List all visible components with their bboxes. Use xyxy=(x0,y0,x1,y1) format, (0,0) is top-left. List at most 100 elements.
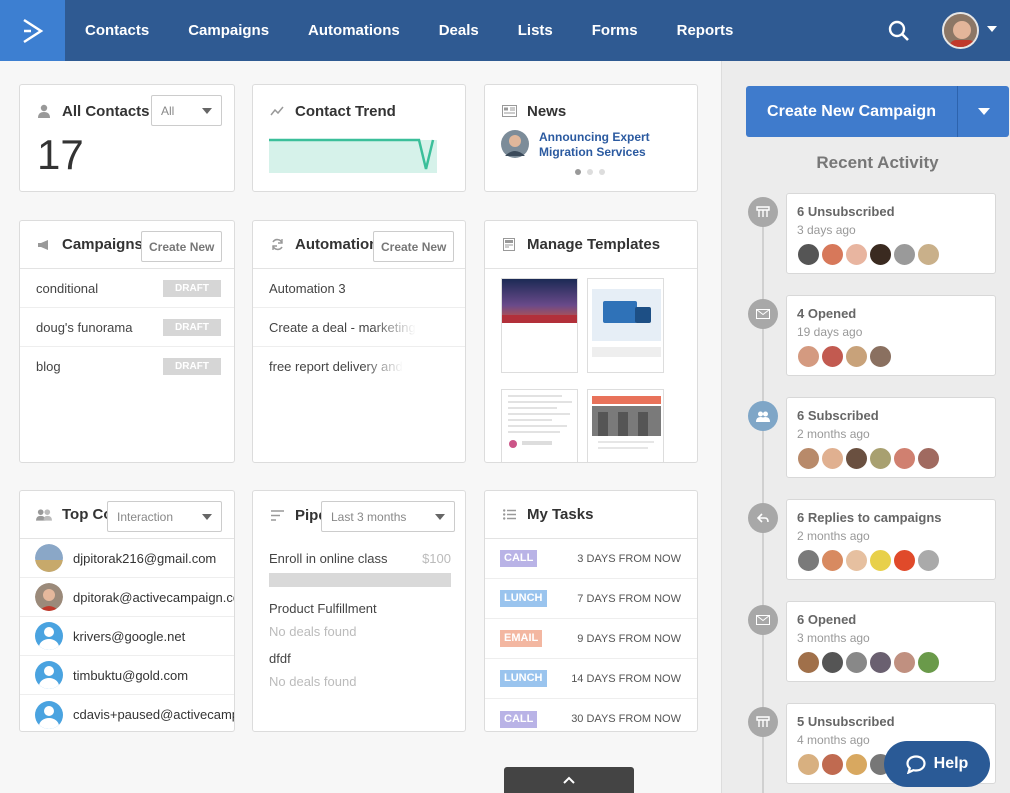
avatar[interactable] xyxy=(797,549,820,572)
automation-row[interactable]: Create a deal - marketing xyxy=(253,308,465,347)
template-thumbnail[interactable] xyxy=(587,389,664,462)
newspaper-icon xyxy=(501,103,517,119)
all-contacts-filter[interactable]: All xyxy=(151,95,222,126)
avatar[interactable] xyxy=(869,549,892,572)
avatar[interactable] xyxy=(893,651,916,674)
avatar[interactable] xyxy=(821,345,844,368)
campaigns-create-button[interactable]: Create New xyxy=(141,231,223,262)
nav-contacts[interactable]: Contacts xyxy=(85,22,149,39)
avatar[interactable] xyxy=(869,345,892,368)
avatar[interactable] xyxy=(821,243,844,266)
contact-row[interactable]: timbuktu@gold.com xyxy=(20,656,234,695)
campaign-row[interactable]: blog DRAFT xyxy=(20,347,234,386)
activity-card[interactable]: 6 Subscribed 2 months ago xyxy=(786,397,996,478)
avatar[interactable] xyxy=(821,447,844,470)
avatar[interactable] xyxy=(893,447,916,470)
scroll-top-tab[interactable] xyxy=(504,767,634,793)
contact-row[interactable]: cdavis+paused@activecampaign.com xyxy=(20,695,234,731)
templates-card: Manage Templates xyxy=(484,220,698,463)
pipelines-filter[interactable]: Last 3 months xyxy=(321,501,455,532)
contact-row[interactable]: krivers@google.net xyxy=(20,617,234,656)
avatar[interactable] xyxy=(869,243,892,266)
avatar[interactable] xyxy=(845,549,868,572)
avatar[interactable] xyxy=(797,447,820,470)
avatar[interactable] xyxy=(797,753,820,776)
pipeline-bar xyxy=(269,573,451,587)
avatar[interactable] xyxy=(797,651,820,674)
template-thumbnail[interactable] xyxy=(501,389,578,462)
activity-card[interactable]: 6 Replies to campaigns 2 months ago xyxy=(786,499,996,580)
avatar[interactable] xyxy=(821,651,844,674)
top-contacts-filter[interactable]: Interaction xyxy=(107,501,222,532)
task-type-badge: EMAIL xyxy=(500,630,543,647)
activity-title: 5 Unsubscribed xyxy=(797,714,895,729)
recent-activity-title: Recent Activity xyxy=(816,153,939,172)
nav-deals[interactable]: Deals xyxy=(439,22,479,39)
create-campaign-dropdown[interactable] xyxy=(957,86,1009,137)
avatar[interactable] xyxy=(917,447,940,470)
avatar[interactable] xyxy=(917,549,940,572)
user-menu-caret-icon[interactable] xyxy=(987,26,997,32)
templates-title: Manage Templates xyxy=(527,236,661,253)
pager-dot[interactable] xyxy=(587,169,593,175)
activity-time: 19 days ago xyxy=(797,325,863,339)
avatar[interactable] xyxy=(797,243,820,266)
top-contacts-filter-value: Interaction xyxy=(117,509,174,524)
automation-row[interactable]: Automation 3 xyxy=(253,269,465,308)
avatar[interactable] xyxy=(821,549,844,572)
automation-name: Create a deal - marketing xyxy=(269,319,416,335)
task-due: 9 DAYS FROM NOW xyxy=(577,632,681,645)
activity-card[interactable]: 6 Unsubscribed 3 days ago xyxy=(786,193,996,274)
nav-automations[interactable]: Automations xyxy=(308,22,400,39)
logo[interactable] xyxy=(0,0,65,61)
template-thumbnail[interactable] xyxy=(587,278,664,373)
avatar[interactable] xyxy=(917,243,940,266)
pipeline-item[interactable]: Product Fulfillment xyxy=(269,601,451,616)
chevron-down-icon xyxy=(435,514,445,520)
avatar[interactable] xyxy=(845,651,868,674)
nav-campaigns[interactable]: Campaigns xyxy=(188,22,269,39)
task-row[interactable]: LUNCH 7 DAYS FROM NOW xyxy=(485,579,697,619)
avatar[interactable] xyxy=(845,753,868,776)
pager-dot-active[interactable] xyxy=(575,169,581,175)
campaign-row[interactable]: conditional DRAFT xyxy=(20,269,234,308)
search-icon[interactable] xyxy=(887,19,911,43)
avatar[interactable] xyxy=(821,753,844,776)
avatar[interactable] xyxy=(845,243,868,266)
automation-row[interactable]: free report delivery and xyxy=(253,347,465,386)
pipeline-item[interactable]: Enroll in online class $100 xyxy=(269,551,451,566)
pipeline-item[interactable]: dfdf xyxy=(269,651,451,666)
campaign-row[interactable]: doug's funorama DRAFT xyxy=(20,308,234,347)
task-due: 3 DAYS FROM NOW xyxy=(577,552,681,565)
task-row[interactable]: CALL 3 DAYS FROM NOW xyxy=(485,539,697,579)
user-avatar[interactable] xyxy=(942,12,979,49)
activity-card[interactable]: 6 Opened 3 months ago xyxy=(786,601,996,682)
avatar[interactable] xyxy=(893,243,916,266)
avatar[interactable] xyxy=(869,447,892,470)
nav-forms[interactable]: Forms xyxy=(592,22,638,39)
task-row[interactable]: CALL 30 DAYS FROM NOW xyxy=(485,699,697,731)
template-thumbnail[interactable] xyxy=(501,278,578,373)
avatar[interactable] xyxy=(845,345,868,368)
contact-row[interactable]: djpitorak216@gmail.com xyxy=(20,539,234,578)
contact-row[interactable]: dpitorak@activecampaign.com xyxy=(20,578,234,617)
nav-reports[interactable]: Reports xyxy=(677,22,734,39)
avatar[interactable] xyxy=(893,549,916,572)
help-button[interactable]: Help xyxy=(884,741,990,787)
create-campaign-button[interactable]: Create New Campaign xyxy=(746,103,957,121)
avatar[interactable] xyxy=(917,651,940,674)
activity-card[interactable]: 4 Opened 19 days ago xyxy=(786,295,996,376)
pager-dot[interactable] xyxy=(599,169,605,175)
avatar[interactable] xyxy=(869,651,892,674)
task-row[interactable]: LUNCH 14 DAYS FROM NOW xyxy=(485,659,697,699)
automations-card: Automations Create New Automation 3 Crea… xyxy=(252,220,466,463)
pipelines-title: Pipelines xyxy=(295,506,323,524)
task-row[interactable]: EMAIL 9 DAYS FROM NOW xyxy=(485,619,697,659)
news-headline-link[interactable]: Announcing Expert Migration Services xyxy=(539,130,650,160)
avatar[interactable] xyxy=(845,447,868,470)
automations-create-button[interactable]: Create New xyxy=(373,231,455,262)
nav-lists[interactable]: Lists xyxy=(518,22,553,39)
nav-menu: Contacts Campaigns Automations Deals Lis… xyxy=(65,0,752,61)
avatar[interactable] xyxy=(797,345,820,368)
activity-title: 6 Replies to campaigns xyxy=(797,510,942,525)
